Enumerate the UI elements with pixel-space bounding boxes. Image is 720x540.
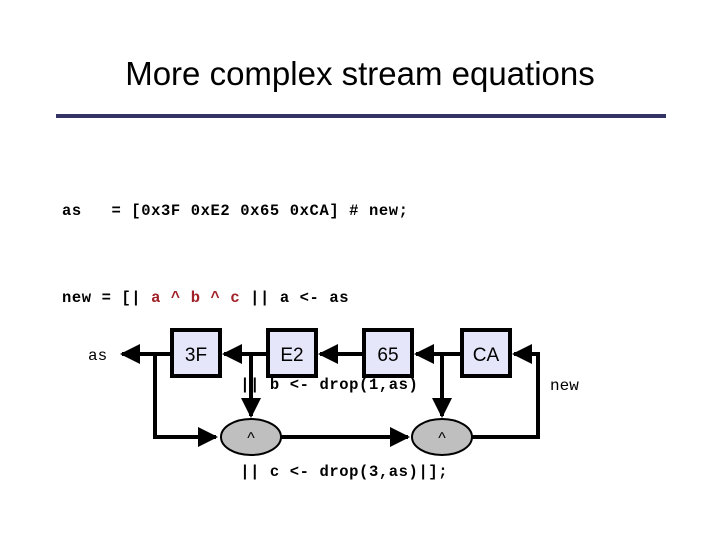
wire-group [120,344,540,447]
code-line-1: as = [0x3F 0xE2 0x65 0xCA] # new; [62,202,409,220]
page-title: More complex stream equations [125,55,595,92]
shift-register-diagram: 3F E2 65 CA ^ ^ as new [0,300,720,540]
reg-3f-label: 3F [185,345,207,366]
output-stream-label: new [550,377,579,395]
slide: More complex stream equations as = [0x3F… [0,0,720,540]
xor-gate-2-label: ^ [438,430,446,447]
title-divider [56,114,666,118]
input-stream-label: as [88,347,107,365]
reg-e2-label: E2 [280,345,303,366]
xor-gate-1-label: ^ [247,430,255,447]
reg-65-label: 65 [377,345,398,366]
reg-ca-label: CA [473,345,500,366]
